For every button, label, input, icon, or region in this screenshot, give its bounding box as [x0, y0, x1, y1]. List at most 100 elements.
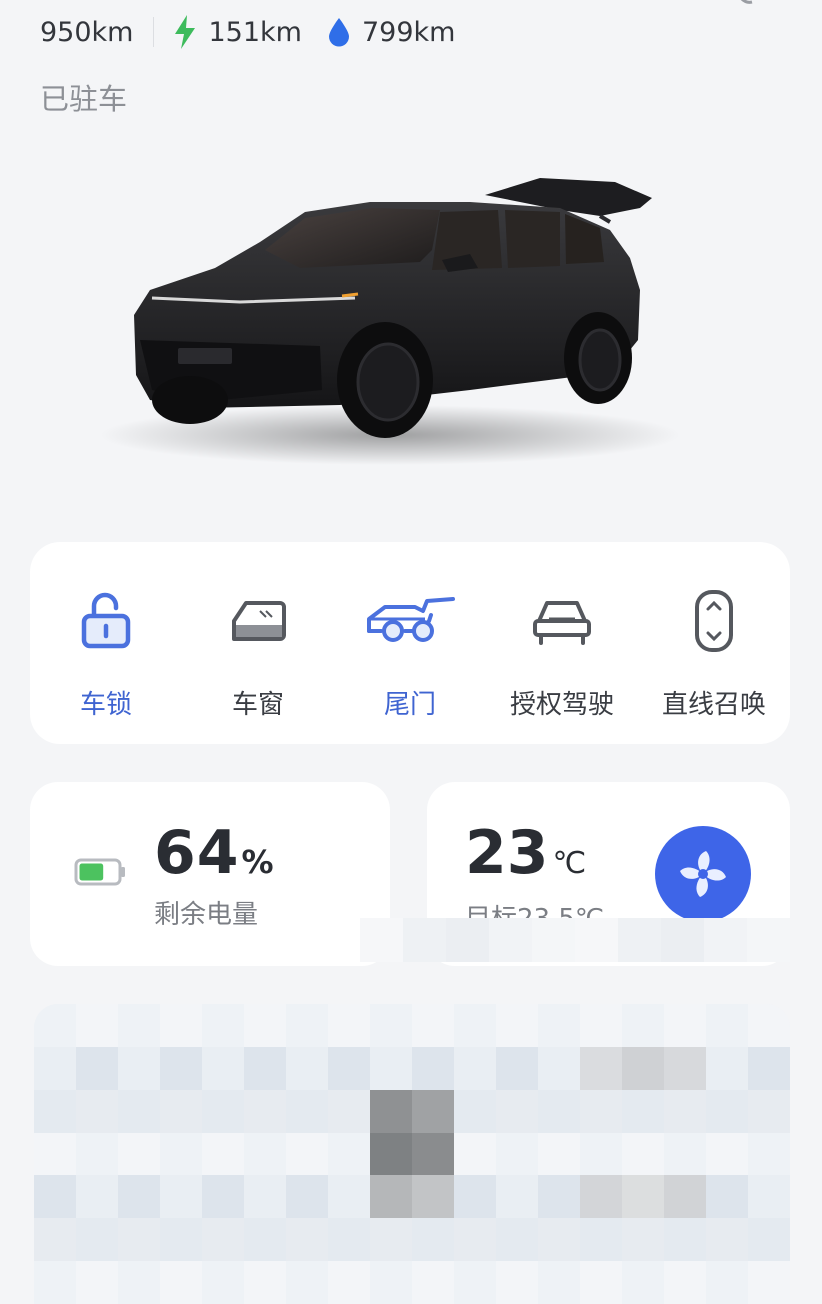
mosaic-tile	[706, 1046, 748, 1090]
mosaic-tile	[286, 1004, 328, 1047]
mosaic-tile	[532, 918, 575, 962]
mosaic-tile	[454, 1046, 496, 1090]
mosaic-tile	[489, 918, 532, 962]
mosaic-tile	[748, 1132, 790, 1176]
mosaic-tile	[538, 1218, 580, 1262]
mosaic-tile	[76, 1175, 118, 1219]
mosaic-tile	[118, 1046, 160, 1090]
mosaic-tile	[370, 1004, 412, 1047]
battery-unit: %	[241, 843, 275, 881]
straight-summon-button[interactable]: 直线召唤	[640, 586, 788, 721]
mosaic-tile	[412, 1089, 454, 1133]
mosaic-tile	[286, 1261, 328, 1304]
tailgate-open-icon	[365, 586, 455, 656]
mosaic-tile	[622, 1261, 664, 1304]
mosaic-tile	[496, 1175, 538, 1219]
mosaic-tile	[76, 1261, 118, 1304]
fuel-range-value: 799km	[361, 16, 456, 48]
mosaic-tile	[34, 1218, 76, 1262]
mosaic-tile	[664, 1175, 706, 1219]
vehicle-controls-card: 车锁 车窗 尾门 授权驾驶 直线召唤	[30, 542, 790, 744]
mosaic-tile	[286, 1046, 328, 1090]
mosaic-tile	[160, 1089, 202, 1133]
pixelated-overlay-strip	[360, 918, 790, 962]
mosaic-tile	[748, 1089, 790, 1133]
mosaic-tile	[748, 1004, 790, 1047]
mosaic-tile	[538, 1132, 580, 1176]
range-summary: 950km 151km 799km	[40, 12, 455, 52]
mosaic-tile	[538, 1004, 580, 1047]
mosaic-tile	[118, 1132, 160, 1176]
cabin-temperature: 23 ℃	[465, 818, 586, 888]
battery-value: 64	[154, 818, 240, 888]
mosaic-tile	[748, 1175, 790, 1219]
fuel-drop-icon	[328, 18, 349, 47]
mosaic-tile	[412, 1046, 454, 1090]
vehicle-image	[0, 150, 822, 490]
car-window-icon	[228, 586, 288, 656]
mosaic-tile	[202, 1261, 244, 1304]
mosaic-tile	[622, 1046, 664, 1090]
mosaic-tile	[403, 918, 446, 962]
mosaic-tile	[496, 1261, 538, 1304]
mosaic-tile	[454, 1175, 496, 1219]
mosaic-tile	[538, 1175, 580, 1219]
mosaic-tile	[538, 1261, 580, 1304]
mosaic-tile	[34, 1046, 76, 1090]
mosaic-tile	[76, 1132, 118, 1176]
mosaic-tile	[160, 1175, 202, 1219]
mosaic-tile	[748, 1218, 790, 1262]
authorized-driving-label: 授权驾驶	[509, 690, 614, 720]
mosaic-tile	[538, 1046, 580, 1090]
mosaic-tile	[370, 1046, 412, 1090]
mosaic-tile	[244, 1175, 286, 1219]
mosaic-tile	[118, 1175, 160, 1219]
mosaic-tile	[286, 1132, 328, 1176]
mosaic-tile	[202, 1132, 244, 1176]
mosaic-tile	[412, 1132, 454, 1176]
unlocked-padlock-icon	[80, 586, 132, 656]
tailgate-control-button[interactable]: 尾门	[336, 586, 484, 721]
mosaic-tile	[454, 1132, 496, 1176]
mosaic-tile	[664, 1089, 706, 1133]
parking-status: 已驻车	[40, 82, 128, 116]
mosaic-tile	[76, 1089, 118, 1133]
mosaic-tile	[748, 1046, 790, 1090]
mosaic-tile	[580, 1089, 622, 1133]
mosaic-tile	[286, 1089, 328, 1133]
battery-card[interactable]: 64% 剩余电量	[30, 782, 390, 966]
authorized-driving-button[interactable]: 授权驾驶	[488, 586, 636, 721]
mosaic-tile	[580, 1218, 622, 1262]
battery-level-icon	[74, 858, 125, 886]
mosaic-tile	[664, 1261, 706, 1304]
mosaic-tile	[496, 1132, 538, 1176]
lock-control-button[interactable]: 车锁	[32, 586, 180, 721]
mosaic-tile	[202, 1218, 244, 1262]
mosaic-tile	[202, 1175, 244, 1219]
mosaic-tile	[160, 1132, 202, 1176]
mosaic-tile	[622, 1218, 664, 1262]
window-control-button[interactable]: 车窗	[184, 586, 332, 721]
mosaic-tile	[76, 1218, 118, 1262]
mosaic-tile	[360, 918, 403, 962]
mosaic-tile	[747, 918, 790, 962]
mosaic-tile	[370, 1089, 412, 1133]
mosaic-tile	[496, 1004, 538, 1047]
mosaic-tile	[34, 1175, 76, 1219]
corner-partial-icon[interactable]	[736, 0, 766, 6]
mosaic-tile	[575, 918, 618, 962]
mosaic-tile	[328, 1089, 370, 1133]
mosaic-tile	[244, 1004, 286, 1047]
mosaic-tile	[706, 1175, 748, 1219]
mosaic-tile	[328, 1004, 370, 1047]
climate-fan-button[interactable]	[655, 826, 751, 922]
mosaic-tile	[454, 1089, 496, 1133]
mosaic-tile	[370, 1261, 412, 1304]
electric-range-value: 151km	[208, 16, 302, 48]
battery-percentage: 64%	[154, 818, 275, 888]
mosaic-tile	[160, 1046, 202, 1090]
mosaic-tile	[328, 1046, 370, 1090]
mosaic-tile	[706, 1089, 748, 1133]
mosaic-tile	[622, 1089, 664, 1133]
mosaic-tile	[496, 1218, 538, 1262]
